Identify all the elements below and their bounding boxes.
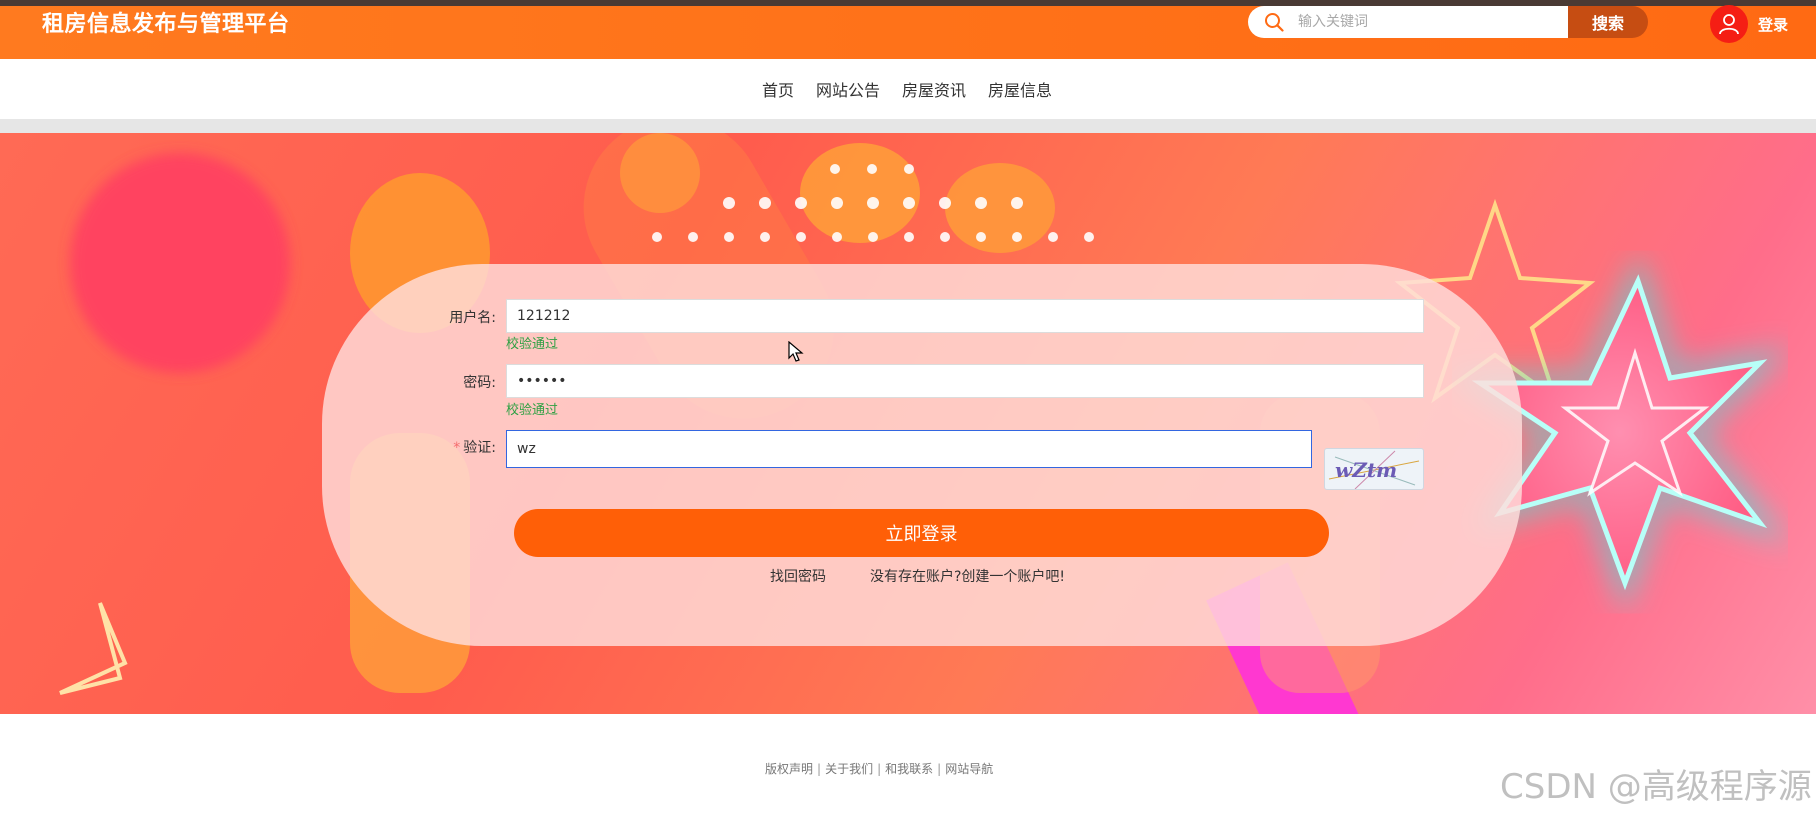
footer-link-about[interactable]: 关于我们 [825,762,873,776]
search-input[interactable] [1298,6,1558,38]
search-box[interactable] [1248,6,1568,38]
password-valid-msg: 校验通过 [506,403,559,418]
nav-divider [0,119,1816,133]
captcha-label: * 验证: [406,437,496,457]
footer-link-sitemap[interactable]: 网站导航 [945,762,993,776]
login-submit-button[interactable]: 立即登录 [514,509,1329,557]
user-icon[interactable] [1710,5,1748,43]
register-link[interactable]: 没有存在账户?创建一个账户吧! [870,566,1065,586]
captcha-label-text: 验证: [463,440,496,456]
user-area[interactable]: 登录 [1710,5,1788,43]
site-title[interactable]: 租房信息发布与管理平台 [42,6,290,38]
search-icon [1264,12,1284,32]
footer: 版权声明 | 关于我们 | 和我联系 | 网站导航 CSDN @高级程序源 [0,714,1816,814]
login-link[interactable]: 登录 [1758,14,1788,35]
footer-separator: | [937,762,942,776]
forgot-password-link[interactable]: 找回密码 [770,566,826,586]
username-valid-msg: 校验通过 [506,337,559,352]
nav-item-house-news[interactable]: 房屋资讯 [902,77,966,101]
password-field[interactable] [506,364,1424,398]
login-banner: 用户名: 校验通过 密码: 校验通过 *验证: wZtm 立即登录 找回密码 没… [0,133,1816,714]
nav-item-announcements[interactable]: 网站公告 [816,77,880,101]
username-field[interactable] [506,299,1424,333]
password-label: 密码: [463,375,496,391]
footer-separator: | [817,762,822,776]
nav-item-home[interactable]: 首页 [762,77,794,101]
footer-link-copyright[interactable]: 版权声明 [765,762,813,776]
csdn-watermark: CSDN @高级程序源 [1500,767,1812,807]
mouse-cursor-icon [788,341,804,362]
captcha-field[interactable] [506,430,1312,468]
main-nav: 首页 网站公告 房屋资讯 房屋信息 [0,59,1816,119]
footer-links: 版权声明 | 关于我们 | 和我联系 | 网站导航 [765,760,993,777]
username-label: 用户名: [449,310,496,326]
search-button[interactable]: 搜索 [1568,6,1648,38]
captcha-text: wZtm [1335,458,1397,482]
nav-item-house-info[interactable]: 房屋信息 [988,77,1052,101]
footer-link-contact[interactable]: 和我联系 [885,762,933,776]
captcha-image[interactable]: wZtm [1324,448,1424,490]
header: 租房信息发布与管理平台 搜索 登录 [0,5,1816,59]
login-panel: 用户名: 校验通过 密码: 校验通过 *验证: wZtm 立即登录 找回密码 没… [322,264,1522,646]
required-star: * [453,440,461,456]
footer-separator: | [877,762,882,776]
